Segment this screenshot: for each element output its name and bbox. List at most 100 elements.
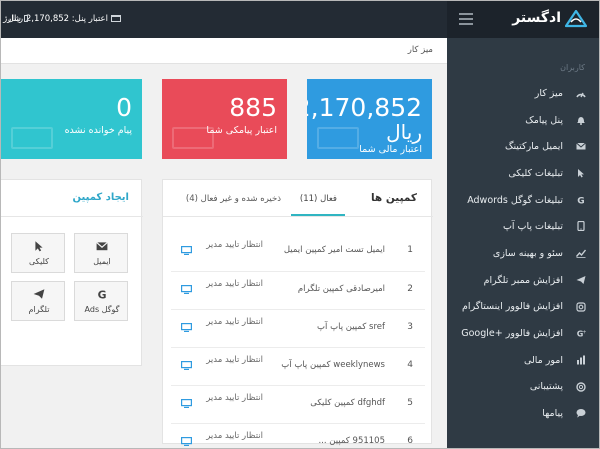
create-campaign-panel: ایجاد کمپین ایمیل کلیکی G گوگل Ads تلگرام	[1, 179, 143, 366]
sidebar-item-label: پنل پیامک	[525, 114, 563, 126]
sidebar-item-0[interactable]: میز کار	[445, 80, 599, 107]
brand-name: ادگستر	[512, 10, 561, 26]
status-text: انتظار تایید مدیر	[206, 393, 263, 403]
envelope-icon	[11, 127, 53, 149]
status-text: انتظار تایید مدیر	[206, 240, 263, 250]
status-text: انتظار تایید مدیر	[206, 431, 263, 441]
sidebar-item-1[interactable]: پنل پیامک	[445, 107, 599, 134]
row-index: 4	[407, 360, 413, 370]
row-index: 5	[407, 398, 413, 408]
sidebar-item-label: ایمیل مارکتینگ	[504, 141, 563, 153]
cursor-icon	[35, 241, 43, 252]
sidebar: کاربران میز کار پنل پیامک ایمیل مارکتینگ تب…	[445, 38, 599, 448]
breadcrumb: میز کار	[1, 38, 447, 64]
tablet-icon	[576, 221, 586, 232]
sidebar-item-4[interactable]: G تبلیغات گوگل Adwords	[445, 187, 599, 214]
table-row[interactable]: 1 ایمیل تست امیر کمپین ایمیل انتظار تایید …	[171, 233, 425, 271]
tab-active[interactable]: فعال (11)	[300, 194, 337, 204]
svg-text:G: G	[577, 196, 584, 204]
google-plus-icon: G+	[576, 328, 586, 339]
sms-credit-value: 885	[229, 93, 277, 122]
sidebar-item-label: میز کار	[534, 87, 563, 99]
logo-icon	[565, 10, 587, 28]
wallet-icon	[317, 127, 359, 149]
create-tile-0[interactable]: ایمیل	[74, 233, 128, 273]
charge-label: شارژ	[3, 14, 21, 24]
sidebar-item-5[interactable]: تبلیغات پاپ آپ	[445, 213, 599, 240]
sidebar-item-12[interactable]: پیامها	[445, 400, 599, 427]
envelope-icon	[96, 241, 108, 251]
google-icon: G	[98, 288, 107, 300]
campaigns-list: 1 ایمیل تست امیر کمپین ایمیل انتظار تایید …	[171, 233, 425, 448]
campaign-name[interactable]: 951105 کمپین ...	[318, 436, 385, 446]
row-index: 1	[407, 245, 413, 255]
monitor-icon[interactable]	[181, 285, 192, 294]
envelope-icon	[576, 141, 586, 151]
menu-toggle-icon[interactable]	[459, 13, 473, 25]
svg-text:G: G	[98, 288, 107, 300]
app-window: ادگستر اعتبار پنل: 2,170,852 ریال شارژ ک…	[0, 0, 600, 449]
bars-icon	[576, 355, 586, 365]
create-tile-label: ایمیل	[93, 257, 111, 266]
sidebar-item-10[interactable]: امور مالی	[445, 347, 599, 374]
google-icon: G	[576, 195, 586, 204]
sidebar-item-label: افزایش فالوور +Google	[461, 328, 563, 340]
sidebar-item-6[interactable]: سئو و بهینه سازی	[445, 240, 599, 267]
table-row[interactable]: 5 dfghdf کمپین کلیکی انتظار تایید مدیر	[171, 385, 425, 423]
sidebar-item-label: پشتیبانی	[529, 381, 563, 393]
sidebar-item-2[interactable]: ایمیل مارکتینگ	[445, 133, 599, 160]
mobile-icon	[24, 15, 28, 22]
tab-divider	[163, 216, 433, 217]
monitor-icon[interactable]	[181, 246, 192, 255]
table-row[interactable]: 2 امیرصادقی کمپین تلگرام انتظار تایید مدیر	[171, 271, 425, 309]
campaign-name[interactable]: ایمیل تست امیر کمپین ایمیل	[284, 245, 385, 255]
row-index: 6	[407, 436, 413, 446]
balance-value: 2,170,852	[307, 93, 422, 122]
table-row[interactable]: 3 sref کمپین پاپ آپ انتظار تایید مدیر	[171, 309, 425, 347]
create-tile-1[interactable]: کلیکی	[11, 233, 65, 273]
tab-saved-inactive[interactable]: ذخیره شده و غیر فعال (4)	[186, 194, 281, 204]
charge-button[interactable]: شارژ	[3, 1, 28, 38]
sms-credit-card[interactable]: 885 اعتبار پیامکی شما	[162, 79, 287, 159]
paper-plane-icon	[33, 289, 45, 299]
status-text: انتظار تایید مدیر	[206, 317, 263, 327]
balance-card[interactable]: 2,170,852 ریال اعتبار مالی شما	[307, 79, 432, 159]
dashboard-icon	[576, 88, 586, 98]
create-campaign-title: ایجاد کمپین	[72, 192, 129, 203]
campaigns-title: کمپین ها	[370, 192, 417, 204]
unread-messages-card[interactable]: 0 پیام خوانده نشده	[1, 79, 142, 159]
sms-credit-label: اعتبار پیامکی شما	[206, 125, 277, 136]
monitor-icon[interactable]	[181, 437, 192, 446]
campaign-name[interactable]: dfghdf کمپین کلیکی	[310, 398, 385, 408]
comment-icon	[576, 408, 586, 418]
main-content: میز کار 2,170,852 ریال اعتبار مالی شما 8…	[1, 38, 447, 448]
monitor-icon[interactable]	[181, 323, 192, 332]
create-tile-3[interactable]: تلگرام	[11, 281, 65, 321]
sidebar-item-label: امور مالی	[523, 354, 563, 366]
monitor-icon[interactable]	[181, 399, 192, 408]
credit-card-icon	[111, 15, 121, 22]
balance-label: اعتبار مالی شما	[359, 144, 422, 155]
svg-text:+: +	[582, 330, 586, 336]
monitor-icon[interactable]	[181, 361, 192, 370]
sidebar-item-7[interactable]: افزایش ممبر تلگرام	[445, 267, 599, 294]
sidebar-section-label: کاربران	[560, 63, 585, 72]
create-tile-2[interactable]: G گوگل Ads	[74, 281, 128, 321]
sidebar-item-11[interactable]: پشتیبانی	[445, 374, 599, 401]
cursor-icon	[576, 168, 586, 178]
unread-messages-value: 0	[116, 93, 132, 122]
paper-plane-icon	[576, 275, 586, 285]
chart-line-icon	[576, 248, 586, 259]
table-row[interactable]: 6 951105 کمپین ... انتظار تایید مدیر	[171, 423, 425, 448]
instagram-icon	[576, 301, 586, 312]
campaign-name[interactable]: weeklynews کمپین پاپ آپ	[281, 360, 385, 370]
sidebar-item-3[interactable]: تبلیغات کلیکی	[445, 160, 599, 187]
campaign-name[interactable]: امیرصادقی کمپین تلگرام	[298, 284, 385, 294]
sidebar-item-8[interactable]: افزایش فالوور اینستاگرام	[445, 294, 599, 321]
campaign-name[interactable]: sref کمپین پاپ آپ	[317, 322, 385, 332]
sidebar-item-9[interactable]: G+ افزایش فالوور +Google	[445, 320, 599, 347]
create-tile-label: گوگل Ads	[84, 305, 120, 314]
table-row[interactable]: 4 weeklynews کمپین پاپ آپ انتظار تایید مدی…	[171, 347, 425, 385]
sidebar-item-label: پیامها	[542, 408, 563, 420]
page-title: میز کار	[407, 45, 433, 55]
